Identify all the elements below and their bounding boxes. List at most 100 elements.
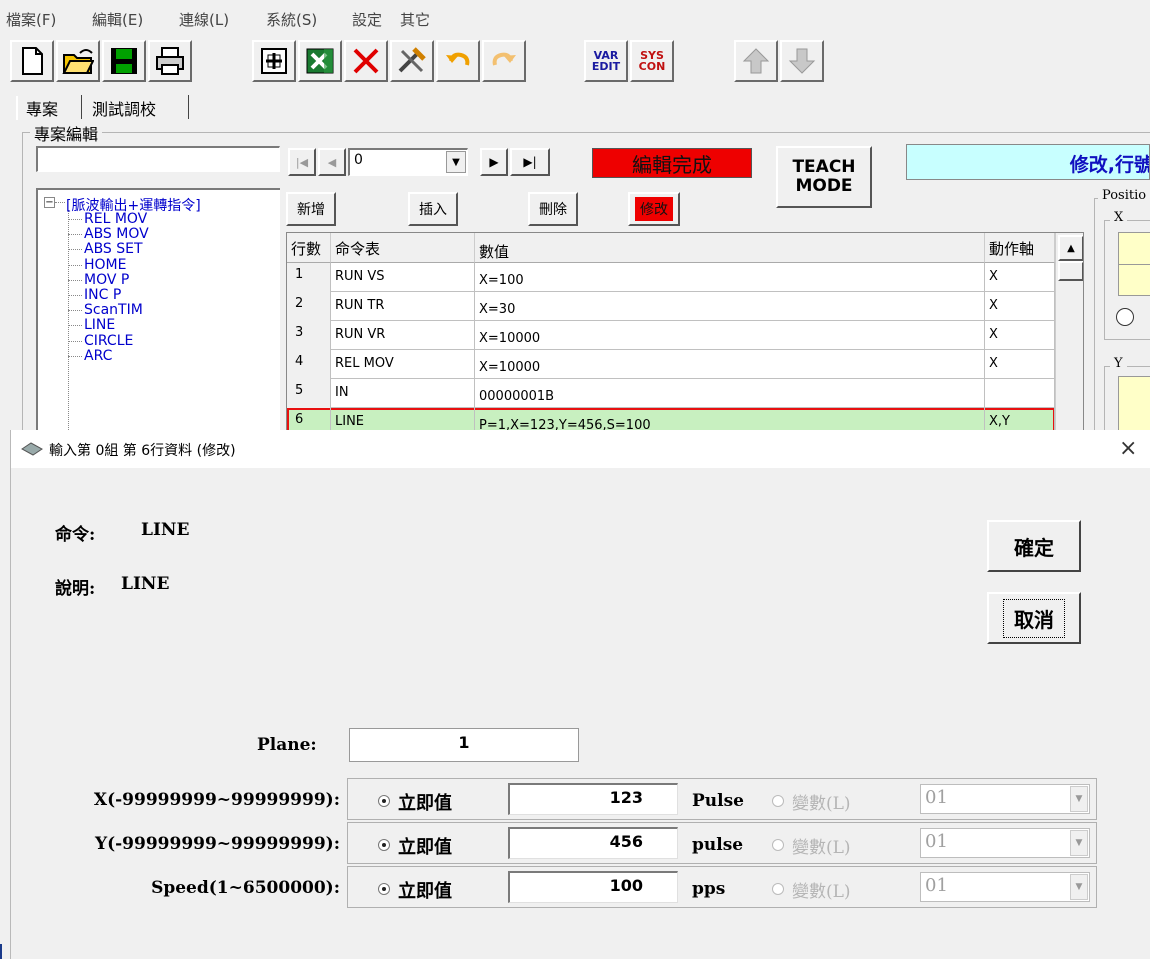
- immediate-radio[interactable]: [378, 839, 390, 851]
- first-record-button[interactable]: |◀: [288, 148, 316, 176]
- modify-button[interactable]: 修改: [628, 192, 680, 226]
- record-index-combo[interactable]: 0 ▼: [348, 148, 468, 176]
- variable-combo[interactable]: 01 ▼: [920, 872, 1090, 902]
- edit-status-indicator: 編輯完成: [592, 148, 752, 178]
- table-row[interactable]: 1 RUN VS X=100 X: [287, 263, 1055, 292]
- redo-button[interactable]: [482, 40, 526, 82]
- tree-item[interactable]: INC P: [84, 288, 121, 302]
- chevron-down-icon[interactable]: ▼: [1070, 874, 1088, 900]
- immediate-radio[interactable]: [378, 883, 390, 895]
- tree-item[interactable]: ScanTIM: [84, 303, 143, 317]
- table-row[interactable]: 3 RUN VR X=10000 X: [287, 321, 1055, 350]
- print-button[interactable]: [148, 40, 192, 82]
- last-record-button[interactable]: ▶|: [510, 148, 550, 176]
- menu-settings[interactable]: 設定: [352, 9, 382, 30]
- var-edit-button[interactable]: VAR EDIT: [584, 40, 628, 82]
- next-icon: ▶: [489, 155, 499, 169]
- close-icon[interactable]: ×: [1119, 436, 1137, 461]
- value-input[interactable]: 123: [508, 783, 678, 815]
- tab-test-calibration[interactable]: 測試調校: [84, 94, 164, 120]
- tree-item[interactable]: REL MOV: [84, 212, 147, 226]
- tab-project[interactable]: 專案: [18, 94, 66, 120]
- tree-item[interactable]: MOV P: [84, 273, 129, 287]
- collapse-icon[interactable]: −: [44, 197, 55, 208]
- insert-button[interactable]: 插入: [408, 192, 458, 226]
- edit-dialog: 輸入第 0組 第 6行資料 (修改) × 命令: LINE 說明: LINE 確…: [10, 430, 1150, 959]
- delete-row-button[interactable]: 刪除: [528, 192, 578, 226]
- message-text: 修改,行號: [1069, 154, 1150, 176]
- value-input[interactable]: 456: [508, 827, 678, 859]
- tree-item[interactable]: ARC: [84, 349, 112, 363]
- variable-combo[interactable]: 01 ▼: [920, 828, 1090, 858]
- chevron-down-icon[interactable]: ▼: [1070, 786, 1088, 812]
- menu-connect[interactable]: 連線(L): [179, 9, 229, 30]
- table-row[interactable]: 5 IN 00000001B: [287, 379, 1055, 408]
- prev-record-button[interactable]: ◀: [318, 148, 346, 176]
- dialog-titlebar[interactable]: 輸入第 0組 第 6行資料 (修改) ×: [11, 430, 1150, 468]
- add-row-button[interactable]: [252, 40, 296, 82]
- save-button[interactable]: [102, 40, 146, 82]
- add-button[interactable]: 新增: [286, 192, 336, 226]
- variable-combo[interactable]: 01 ▼: [920, 784, 1090, 814]
- next-record-button[interactable]: ▶: [480, 148, 508, 176]
- menu-edit[interactable]: 編輯(E): [92, 9, 143, 30]
- menu-file[interactable]: 檔案(F): [6, 9, 56, 30]
- sys-con-button[interactable]: SYS CON: [630, 40, 674, 82]
- cancel-button[interactable]: 取消: [987, 592, 1081, 644]
- grid-scrollbar[interactable]: ▲: [1055, 233, 1083, 435]
- variable-radio[interactable]: [772, 839, 784, 851]
- tree-item[interactable]: HOME: [84, 258, 126, 272]
- new-file-icon: [22, 47, 43, 75]
- chevron-down-icon[interactable]: ▼: [1070, 830, 1088, 856]
- plane-input[interactable]: 1: [349, 728, 579, 762]
- cell-value: X=10000: [475, 350, 985, 379]
- window-edge: [0, 430, 10, 959]
- tree-connector: [68, 234, 82, 236]
- sys-con-label-bottom: CON: [638, 60, 666, 73]
- tree-item[interactable]: LINE: [84, 318, 115, 332]
- command-value: LINE: [141, 520, 190, 540]
- move-up-button[interactable]: [734, 40, 778, 82]
- command-grid[interactable]: 行數 命令表 數值 動作軸 1 RUN VS X=100 X 2 RUN TR X=30 X 3…: [286, 232, 1084, 436]
- ok-button[interactable]: 確定: [987, 520, 1081, 572]
- cell-value: X=10000: [475, 321, 985, 350]
- scroll-thumb[interactable]: [1058, 261, 1083, 281]
- scroll-up-icon[interactable]: ▲: [1058, 235, 1083, 261]
- excel-button[interactable]: [298, 40, 342, 82]
- tools-button[interactable]: [390, 40, 434, 82]
- teach-mode-button[interactable]: TEACH MODE: [776, 146, 872, 208]
- menu-other[interactable]: 其它: [400, 9, 430, 30]
- col-header-value[interactable]: 數值: [475, 233, 985, 263]
- table-row[interactable]: 2 RUN TR X=30 X: [287, 292, 1055, 321]
- chevron-down-icon[interactable]: ▼: [446, 151, 466, 173]
- col-header-line[interactable]: 行數: [287, 233, 331, 263]
- undo-button[interactable]: [436, 40, 480, 82]
- variable-radio[interactable]: [772, 795, 784, 807]
- plus-box-icon: [261, 48, 287, 74]
- delete-button[interactable]: [344, 40, 388, 82]
- main-window: 檔案(F) 編輯(E) 連線(L) 系統(S) 設定 其它 VAR EDIT S…: [0, 0, 1150, 959]
- open-file-button[interactable]: [56, 40, 100, 82]
- col-header-axis[interactable]: 動作軸: [985, 233, 1055, 263]
- position-y-display: [1118, 376, 1150, 436]
- tree-item[interactable]: ABS SET: [84, 242, 143, 256]
- tree-item[interactable]: ABS MOV: [84, 227, 149, 241]
- cell-command: IN: [331, 379, 475, 408]
- tree-connector: [68, 355, 82, 357]
- cell-line-no: 3: [287, 321, 331, 350]
- new-file-button[interactable]: [10, 40, 54, 82]
- col-header-command[interactable]: 命令表: [331, 233, 475, 263]
- cell-value: 00000001B: [475, 379, 985, 408]
- move-down-button[interactable]: [780, 40, 824, 82]
- project-edit-group-title: 專案編輯: [30, 121, 103, 145]
- variable-radio[interactable]: [772, 883, 784, 895]
- menu-system[interactable]: 系統(S): [266, 9, 317, 30]
- immediate-radio[interactable]: [378, 795, 390, 807]
- project-name-input[interactable]: [36, 146, 280, 172]
- table-row[interactable]: 4 REL MOV X=10000 X: [287, 350, 1055, 379]
- menu-bar: 檔案(F) 編輯(E) 連線(L) 系統(S) 設定 其它: [0, 0, 1150, 36]
- value-input[interactable]: 100: [508, 871, 678, 903]
- tree-item[interactable]: CIRCLE: [84, 334, 133, 348]
- immediate-label: 立即值: [398, 837, 452, 858]
- command-tree[interactable]: − [脈波輸出+運轉指令] REL MOV ABS MOV ABS SET HOME M…: [36, 188, 280, 436]
